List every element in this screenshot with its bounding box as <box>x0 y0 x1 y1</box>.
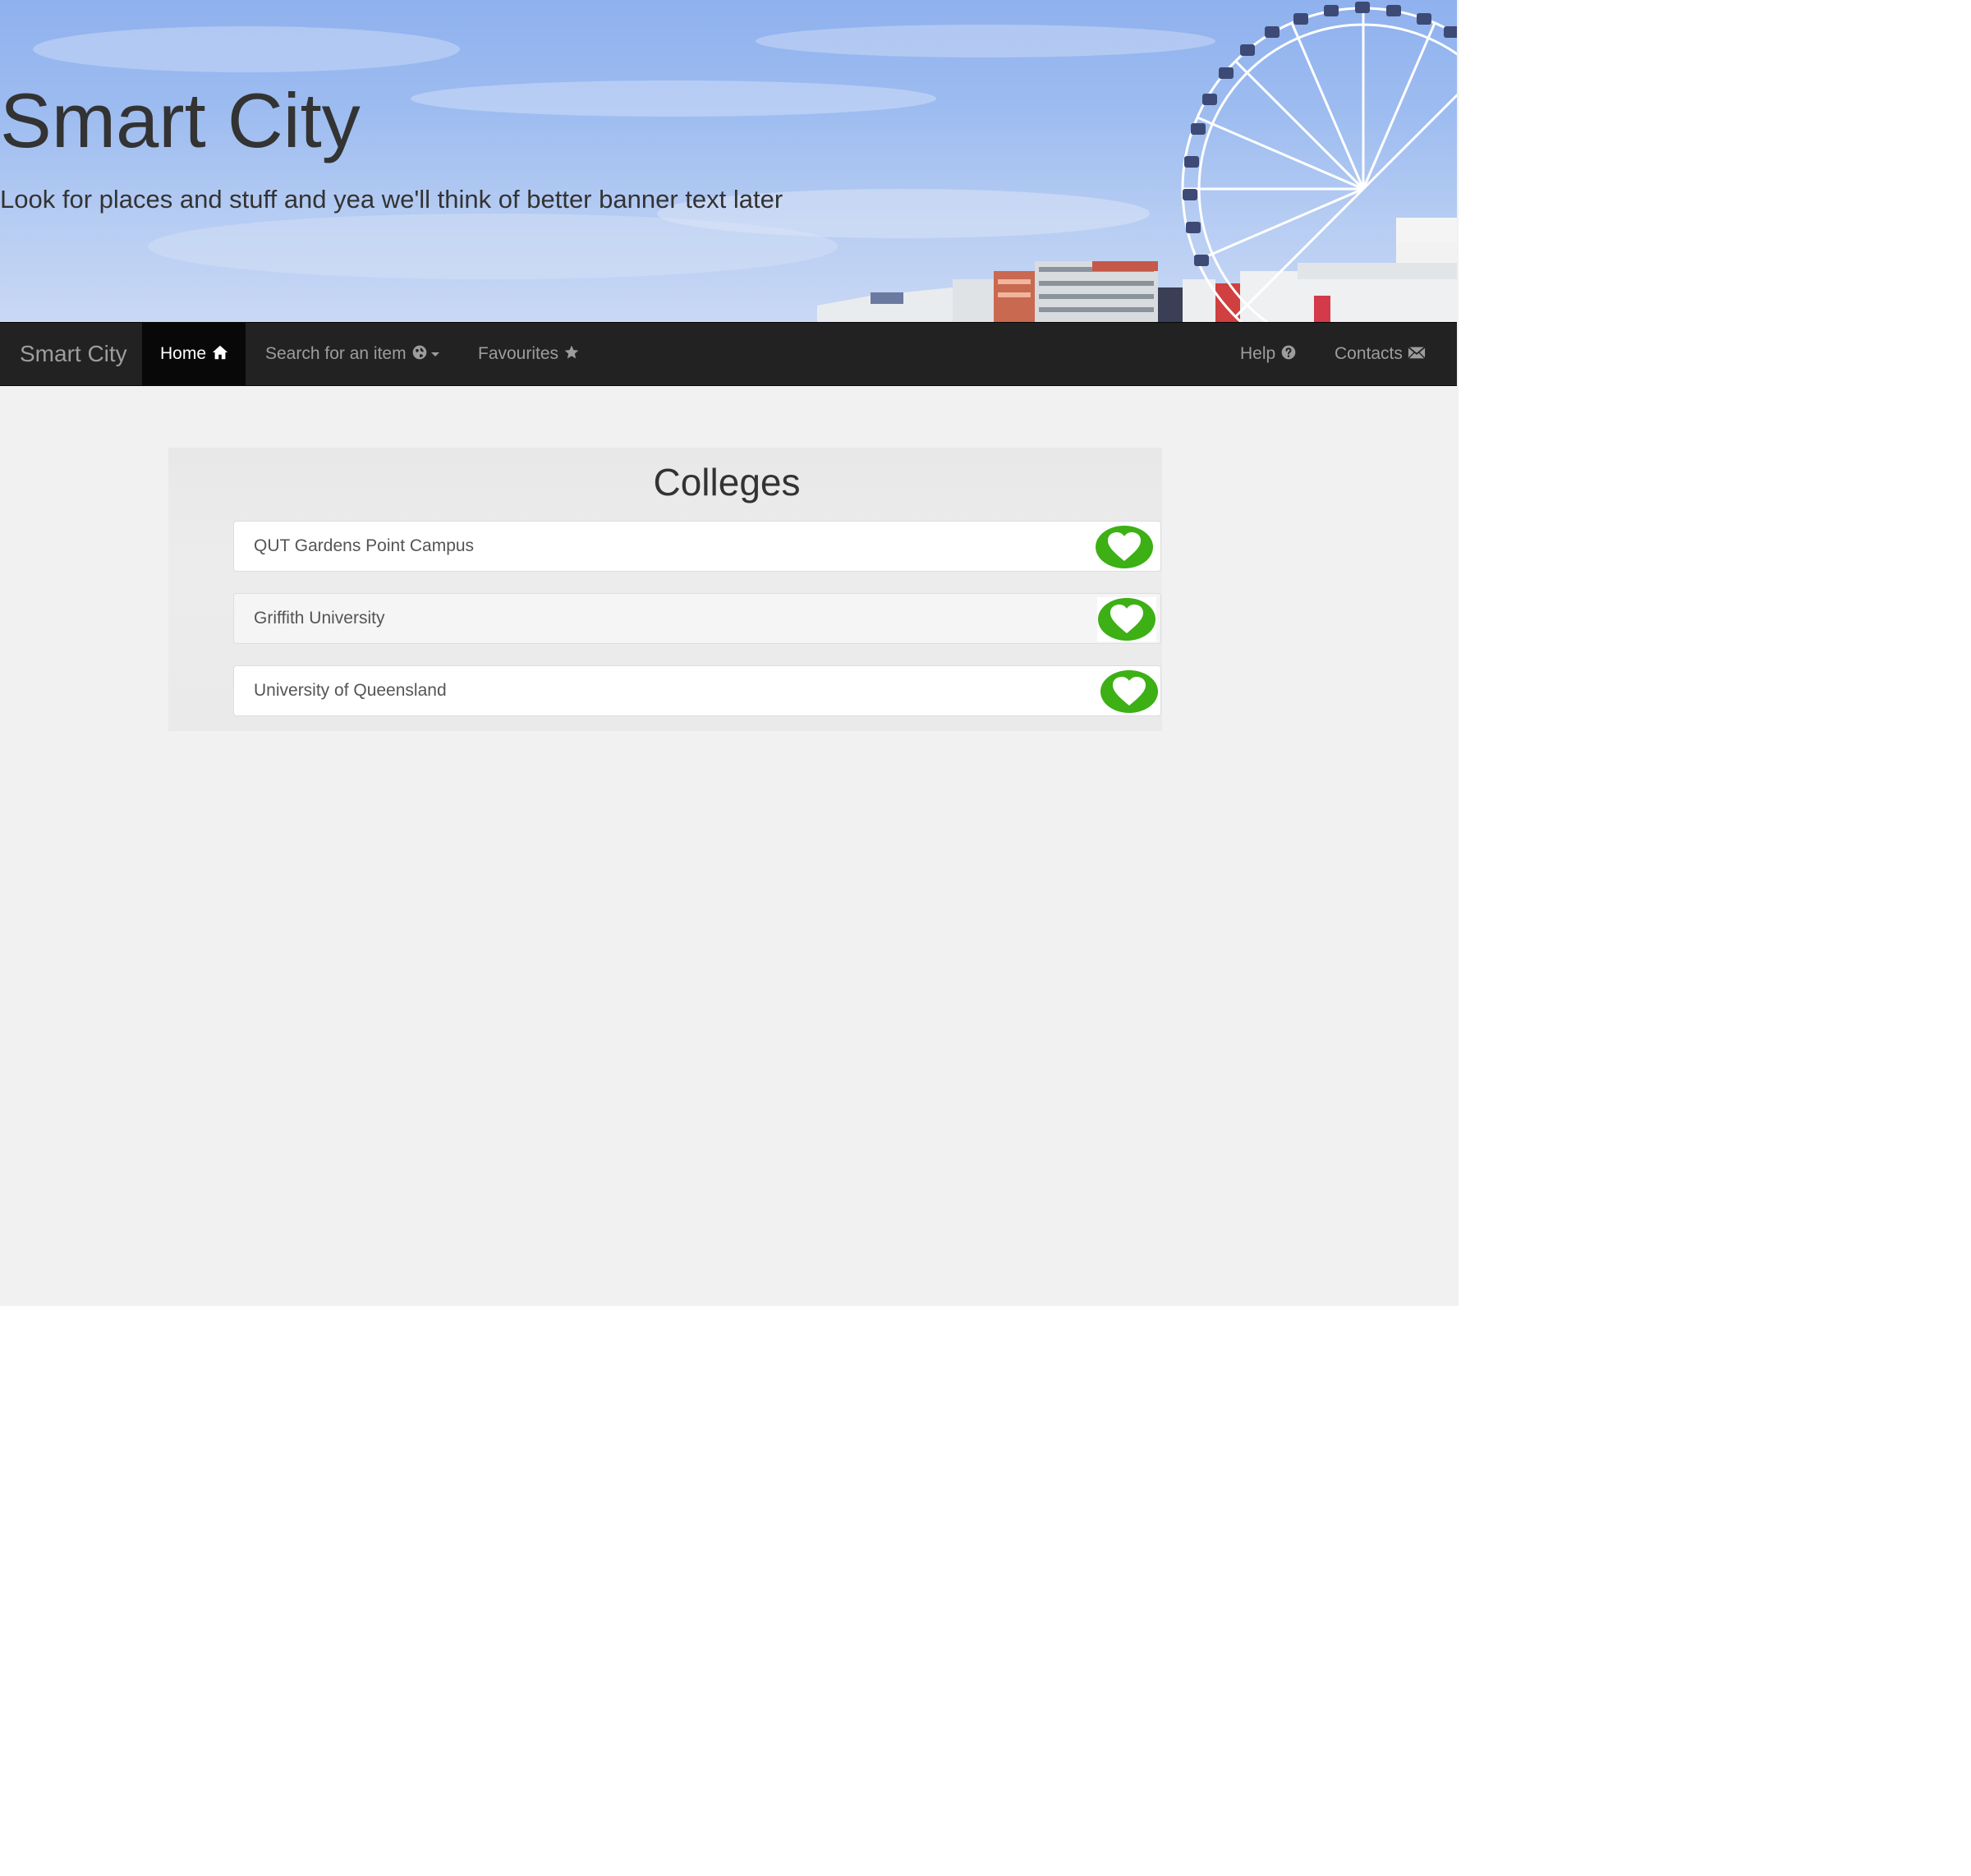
nav-favourites-label: Favourites <box>478 344 559 363</box>
banner: Smart City Look for places and stuff and… <box>0 0 1457 322</box>
envelope-icon <box>1408 344 1426 364</box>
favourite-button[interactable] <box>1095 525 1154 569</box>
list-item-label: QUT Gardens Point Campus <box>254 536 475 555</box>
nav-home-label: Home <box>160 344 207 363</box>
nav-contacts[interactable]: Contacts <box>1316 323 1444 385</box>
nav-help-label: Help <box>1240 344 1276 363</box>
list-item-label: University of Queensland <box>254 681 447 700</box>
main-navbar: Smart City Home Search for an item Favou… <box>0 322 1457 386</box>
nav-home[interactable]: Home <box>142 323 246 385</box>
nav-favourites[interactable]: Favourites <box>460 323 598 385</box>
list-item-uq[interactable]: University of Queensland <box>233 665 1161 716</box>
banner-subtitle: Look for places and stuff and yea we'll … <box>0 185 783 214</box>
nav-search-dropdown[interactable]: Search for an item <box>247 323 457 385</box>
heart-icon <box>1096 526 1153 568</box>
favourite-button[interactable] <box>1100 669 1159 714</box>
heart-icon <box>1100 670 1158 713</box>
favourite-button[interactable] <box>1097 597 1156 641</box>
list-item-griffith[interactable]: Griffith University <box>233 593 1161 644</box>
page-viewport: Smart City Look for places and stuff and… <box>0 0 1459 1306</box>
list-item-qut[interactable]: QUT Gardens Point Campus <box>233 521 1161 572</box>
globe-icon <box>411 344 428 364</box>
question-circle-icon <box>1280 344 1297 364</box>
navbar-brand[interactable]: Smart City <box>0 323 147 385</box>
list-item-label: Griffith University <box>254 609 385 628</box>
nav-contacts-label: Contacts <box>1335 344 1403 363</box>
section-heading: Colleges <box>653 461 801 503</box>
nav-search-label: Search for an item <box>265 344 407 363</box>
home-icon <box>211 343 229 365</box>
star-icon <box>563 344 580 364</box>
nav-help[interactable]: Help <box>1222 323 1315 385</box>
chevron-down-icon <box>430 352 439 356</box>
heart-icon <box>1098 598 1155 641</box>
banner-title: Smart City <box>0 77 361 163</box>
